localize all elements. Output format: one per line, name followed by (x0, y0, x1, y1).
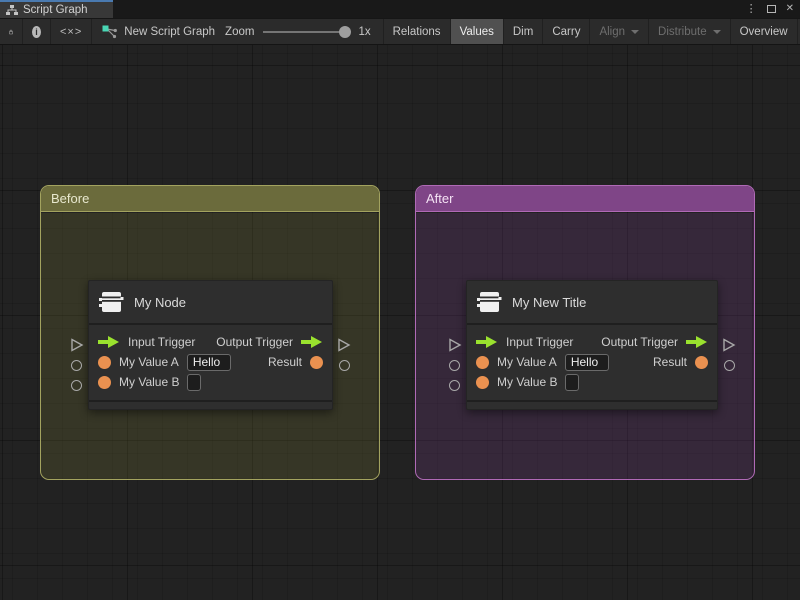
node-title: My Node (134, 294, 187, 310)
toolbar-buttons: Relations Values Dim Carry Align Distrib… (382, 19, 800, 44)
port-label: Result (267, 355, 302, 369)
flow-row: Input Trigger Output Trigger (95, 332, 326, 352)
external-value-port[interactable] (449, 380, 460, 391)
graph-name-label: New Script Graph (124, 25, 216, 38)
value-row: My Value A Result (95, 352, 326, 372)
graph-canvas[interactable]: Before After My Node Input Trigger Outpu… (0, 45, 800, 600)
value-port-icon[interactable] (98, 375, 111, 389)
node-my-new-title[interactable]: My New Title Input Trigger Output Trigge… (449, 280, 736, 410)
external-flow-input-port[interactable] (448, 338, 462, 352)
flow-output-arrow-icon[interactable] (301, 336, 323, 348)
value-row: My Value B (95, 372, 326, 392)
maximize-icon[interactable] (766, 5, 776, 13)
node-my-node[interactable]: My Node Input Trigger Output Trigger My … (71, 280, 351, 410)
lock-icon (9, 29, 13, 34)
port-label: Input Trigger (128, 335, 196, 349)
flow-input-arrow-icon[interactable] (98, 336, 120, 348)
zoom-control: Zoom 1x (225, 19, 383, 44)
group-before-header[interactable]: Before (41, 186, 379, 212)
tab-title: Script Graph (23, 4, 88, 16)
edit-script-button[interactable]: <×> (51, 19, 93, 44)
dim-button[interactable]: Dim (502, 19, 542, 44)
node-body: Input Trigger Output Trigger My Value A (467, 325, 717, 400)
external-flow-output-port[interactable] (337, 338, 351, 352)
distribute-dropdown[interactable]: Distribute (648, 19, 730, 44)
port-label: My Value B (497, 375, 558, 389)
tab-bar: Script Graph ⋮ ✕ (0, 0, 800, 18)
lock-button[interactable] (0, 19, 23, 44)
value-port-icon[interactable] (695, 355, 708, 369)
value-port-icon[interactable] (476, 375, 489, 389)
window-controls: ⋮ ✕ (746, 0, 794, 18)
group-label: Before (51, 191, 90, 206)
window-menu-icon[interactable]: ⋮ (746, 3, 757, 15)
external-flow-output-port[interactable] (722, 338, 736, 352)
group-after-header[interactable]: After (416, 186, 754, 212)
port-label: My Value A (119, 355, 179, 369)
external-value-port[interactable] (71, 380, 82, 391)
value-port-icon[interactable] (98, 355, 111, 369)
unit-node-icon (477, 292, 502, 312)
value-b-input[interactable] (565, 373, 580, 391)
external-value-port[interactable] (339, 360, 350, 371)
port-label: Result (652, 355, 687, 369)
values-button[interactable]: Values (449, 19, 503, 44)
port-label: Output Trigger (216, 335, 293, 349)
flow-output-arrow-icon[interactable] (686, 336, 708, 348)
info-button[interactable]: i (23, 19, 51, 44)
port-label: Output Trigger (601, 335, 678, 349)
external-value-port[interactable] (449, 360, 460, 371)
external-value-port[interactable] (724, 360, 735, 371)
zoom-slider-handle[interactable] (339, 25, 352, 38)
value-row: My Value B (473, 372, 711, 392)
flow-input-arrow-icon[interactable] (476, 336, 498, 348)
script-graph-window: Script Graph ⋮ ✕ i <×> New Script Graph … (0, 0, 800, 600)
node-footer (467, 400, 717, 409)
group-label: After (426, 191, 454, 206)
graph-toolbar: i <×> New Script Graph Zoom 1x Relations… (0, 18, 800, 45)
overview-button[interactable]: Overview (729, 19, 797, 44)
external-flow-input-port[interactable] (70, 338, 84, 352)
zoom-value: 1x (358, 25, 371, 38)
relations-button[interactable]: Relations (382, 19, 450, 44)
align-dropdown[interactable]: Align (589, 19, 648, 44)
zoom-slider[interactable] (263, 25, 352, 38)
node-footer (89, 400, 332, 409)
node-title: My New Title (512, 294, 587, 310)
external-value-port[interactable] (71, 360, 82, 371)
port-label: Input Trigger (506, 335, 574, 349)
graph-hierarchy-icon (6, 5, 18, 15)
port-label: My Value A (497, 355, 557, 369)
value-port-icon[interactable] (476, 355, 489, 369)
port-label: My Value B (119, 375, 180, 389)
unit-node-icon (99, 292, 124, 312)
value-b-input[interactable] (187, 373, 202, 391)
value-port-icon[interactable] (310, 355, 323, 369)
fullscreen-button[interactable]: Full Scr (796, 19, 800, 44)
zoom-label: Zoom (225, 25, 255, 38)
flow-row: Input Trigger Output Trigger (473, 332, 711, 352)
script-graph-asset-icon (102, 25, 118, 38)
node-body: Input Trigger Output Trigger My Value A (89, 325, 332, 400)
graph-breadcrumb[interactable]: New Script Graph (92, 19, 225, 44)
value-row: My Value A Result (473, 352, 711, 372)
close-icon[interactable]: ✕ (786, 4, 794, 14)
code-icon: <×> (60, 25, 83, 38)
carry-button[interactable]: Carry (542, 19, 589, 44)
node-header[interactable]: My New Title (467, 281, 717, 325)
chevron-down-icon (631, 29, 640, 34)
node-header[interactable]: My Node (89, 281, 332, 325)
value-a-input[interactable] (186, 353, 231, 371)
tab-script-graph[interactable]: Script Graph (0, 0, 113, 18)
info-icon: i (32, 25, 41, 38)
value-a-input[interactable] (564, 353, 609, 371)
chevron-down-icon (712, 29, 721, 34)
